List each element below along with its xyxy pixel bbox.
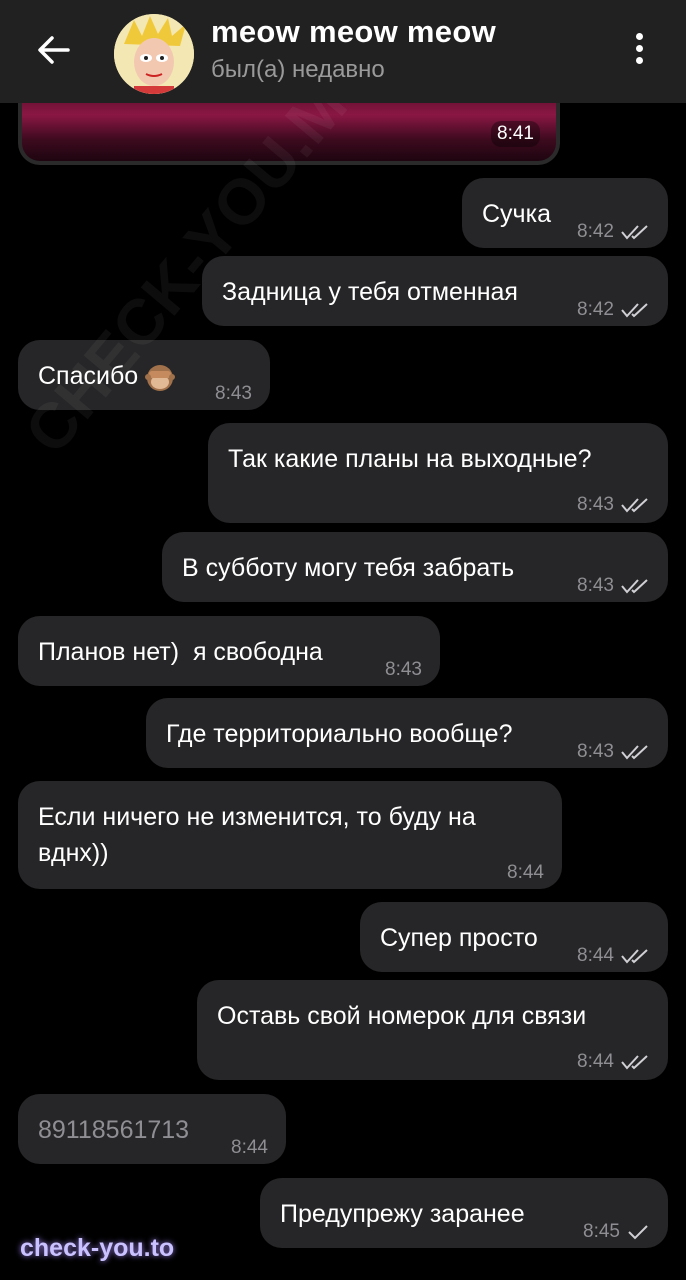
message-time: 8:45 (583, 1221, 620, 1242)
message-text-line2: вднх)) (38, 839, 109, 867)
message-time: 8:43 (385, 659, 422, 680)
message-time: 8:44 (507, 862, 544, 883)
chat-title[interactable]: meow meow meow (211, 14, 496, 50)
double-check-icon (621, 498, 648, 513)
message-time: 8:42 (577, 221, 614, 242)
see-no-evil-monkey-icon (145, 365, 176, 392)
message-text: Где территориально вообще? (166, 720, 513, 748)
more-menu-button[interactable] (624, 30, 654, 72)
chat-status: был(а) недавно (211, 56, 385, 83)
avatar[interactable] (114, 14, 194, 94)
message-time: 8:42 (577, 299, 614, 320)
message-out[interactable]: Оставь свой номерок для связи 8:44 (197, 980, 668, 1080)
message-text-line1: Если ничего не изменится, то буду на (38, 803, 476, 831)
single-check-icon (628, 1225, 648, 1240)
message-text: Оставь свой номерок для связи (217, 1002, 587, 1030)
double-check-icon (621, 225, 648, 240)
message-text: Планов нет) я свободна (38, 638, 323, 666)
message-text: Супер просто (380, 924, 538, 952)
message-out[interactable]: Где территориально вообще? 8:43 (146, 698, 668, 768)
double-check-icon (621, 1055, 648, 1070)
more-vertical-icon (624, 33, 654, 64)
double-check-icon (621, 949, 648, 964)
message-time: 8:44 (231, 1137, 268, 1158)
message-out[interactable]: В субботу могу тебя забрать 8:43 (162, 532, 668, 602)
message-time: 8:44 (577, 1051, 614, 1072)
arrow-left-icon (38, 36, 70, 64)
message-text: Так какие планы на выходные? (228, 445, 592, 473)
message-text: 89118561713 (38, 1116, 190, 1144)
message-out[interactable]: Задница у тебя отменная 8:42 (202, 256, 668, 326)
message-text: Спасибо (38, 362, 139, 390)
message-time: 8:43 (577, 494, 614, 515)
double-check-icon (621, 303, 648, 318)
double-check-icon (621, 745, 648, 760)
message-out[interactable]: Предупрежу заранее 8:45 (260, 1178, 668, 1248)
message-time: 8:41 (491, 121, 540, 147)
message-in[interactable]: 89118561713 8:44 (18, 1094, 286, 1164)
message-out[interactable]: Так какие планы на выходные? 8:43 (208, 423, 668, 523)
message-time: 8:43 (577, 575, 614, 596)
watermark-logo: check-you.to (20, 1234, 175, 1262)
message-in[interactable]: Планов нет) я свободна 8:43 (18, 616, 440, 686)
back-button[interactable] (30, 26, 78, 74)
message-in[interactable]: Спасибо 8:43 (18, 340, 270, 410)
message-in[interactable]: Если ничего не изменится, то буду на вдн… (18, 781, 562, 889)
message-time: 8:44 (577, 945, 614, 966)
message-text: Сучка (482, 200, 551, 228)
message-out[interactable]: Сучка 8:42 (462, 178, 668, 248)
message-text: Предупрежу заранее (280, 1200, 525, 1228)
message-time: 8:43 (215, 383, 252, 404)
message-time: 8:43 (577, 741, 614, 762)
message-text: В субботу могу тебя забрать (182, 554, 515, 582)
chat-header: meow meow meow был(а) недавно (0, 0, 686, 103)
double-check-icon (621, 579, 648, 594)
message-out[interactable]: Супер просто 8:44 (360, 902, 668, 972)
message-text: Задница у тебя отменная (222, 278, 518, 306)
